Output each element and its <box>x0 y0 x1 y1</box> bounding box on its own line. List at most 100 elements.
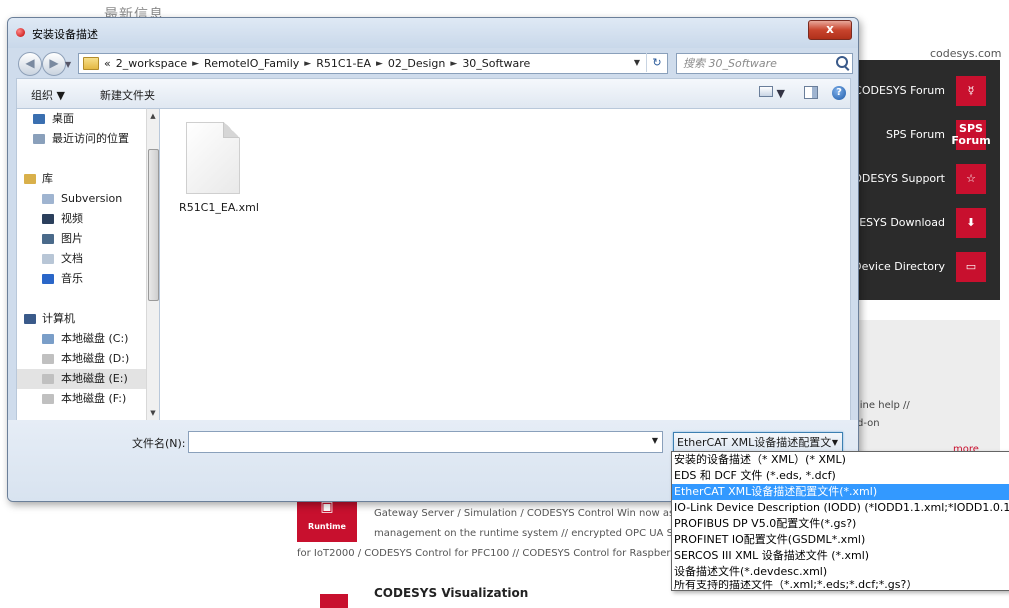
filetype-selected: EtherCAT XML设备描述配置文 <box>677 436 832 449</box>
filetype-dropdown-list[interactable]: 安装的设备描述（* XML）(* XML) EDS 和 DCF 文件 (*.ed… <box>671 451 1009 591</box>
nav-item-computer[interactable]: 计算机 <box>17 309 147 329</box>
forward-button[interactable]: ▶ <box>42 52 66 76</box>
visualization-title: CODESYS Visualization <box>374 586 529 600</box>
nav-item-libraries[interactable]: 库 <box>17 169 147 189</box>
chevron-right-icon[interactable]: ► <box>376 59 383 69</box>
search-input[interactable] <box>681 55 830 72</box>
address-row: ◀ ▶ ▼ « 2_workspace ► RemoteIO_Family ► … <box>8 48 858 76</box>
file-name: R51C1_EA.xml <box>179 201 259 214</box>
codesys-support-link[interactable]: CODESYS Support ☆ <box>845 158 1000 202</box>
history-dropdown-icon[interactable]: ▼ <box>65 60 71 69</box>
runtime-label: Runtime <box>308 522 346 531</box>
breadcrumb-item[interactable]: 30_Software <box>462 57 530 70</box>
chevron-down-icon[interactable]: ▼ <box>652 436 658 445</box>
toolbar: 组织 ▼ 新建文件夹 ▼ ? <box>16 78 851 109</box>
search-icon[interactable] <box>836 56 848 68</box>
nav-item-label: 视频 <box>61 212 83 225</box>
download-icon: ⬇ <box>956 208 986 238</box>
nav-item-videos[interactable]: 视频 <box>17 209 147 229</box>
news-text: d-on <box>857 418 880 429</box>
news-text: line help // <box>857 400 910 411</box>
preview-pane-icon <box>804 86 818 99</box>
address-bar[interactable]: « 2_workspace ► RemoteIO_Family ► R51C1-… <box>78 53 668 74</box>
filetype-select[interactable]: EtherCAT XML设备描述配置文 ▼ <box>673 432 843 453</box>
preview-pane-button[interactable] <box>804 86 818 102</box>
sps-forum-icon: SPS Forum <box>951 120 991 150</box>
scroll-thumb[interactable] <box>148 149 159 301</box>
close-button[interactable]: x <box>808 20 852 40</box>
link-label: CODESYS Forum <box>854 84 945 97</box>
nav-item-drive-e[interactable]: 本地磁盘 (E:) <box>17 369 147 389</box>
nav-item-desktop[interactable]: 桌面 <box>17 109 147 129</box>
documents-icon <box>42 254 54 264</box>
title-bar[interactable]: 安装设备描述 x <box>8 18 858 48</box>
support-icon: ☆ <box>956 164 986 194</box>
breadcrumb-item[interactable]: R51C1-EA <box>316 57 371 70</box>
sps-forum-link[interactable]: SPS Forum SPS Forum <box>845 114 1000 158</box>
computer-icon <box>24 314 36 324</box>
nav-item-subversion[interactable]: Subversion <box>17 189 147 209</box>
nav-item-label: 库 <box>42 172 53 185</box>
codesys-forum-link[interactable]: CODESYS Forum ☿ <box>845 70 1000 114</box>
chevron-right-icon[interactable]: ► <box>450 59 457 69</box>
navigation-pane[interactable]: 桌面 最近访问的位置 库 Subversion 视频 图片 文档 音乐 计算机 … <box>16 108 155 421</box>
nav-item-label: 最近访问的位置 <box>52 132 129 145</box>
back-button[interactable]: ◀ <box>18 52 42 76</box>
device-directory-icon: ▭ <box>956 252 986 282</box>
device-directory-link[interactable]: S Device Directory ▭ <box>843 246 1000 290</box>
view-options-button[interactable]: ▼ <box>759 86 785 100</box>
scroll-up-icon[interactable]: ▲ <box>147 109 159 123</box>
codesys-download-link[interactable]: DESYS Download ⬇ <box>845 202 1000 246</box>
address-dropdown-icon[interactable]: ▼ <box>628 53 646 72</box>
nav-item-label: 文档 <box>61 252 83 265</box>
breadcrumb-item[interactable]: RemoteIO_Family <box>204 57 299 70</box>
nav-item-music[interactable]: 音乐 <box>17 269 147 289</box>
scroll-down-icon[interactable]: ▼ <box>147 406 159 420</box>
filetype-option-selected[interactable]: EtherCAT XML设备描述配置文件(*.xml) <box>672 484 1009 500</box>
runtime-text: for IoT2000 / CODESYS Control for PFC100… <box>297 548 675 559</box>
refresh-icon[interactable]: ↻ <box>646 53 667 72</box>
nav-item-drive-c[interactable]: 本地磁盘 (C:) <box>17 329 147 349</box>
chevron-right-icon[interactable]: ► <box>192 59 199 69</box>
link-label: CODESYS Support <box>845 172 945 185</box>
nav-item-documents[interactable]: 文档 <box>17 249 147 269</box>
nav-item-drive-d[interactable]: 本地磁盘 (D:) <box>17 349 147 369</box>
help-button[interactable]: ? <box>832 85 846 100</box>
runtime-text: management on the runtime system // encr… <box>374 528 684 539</box>
file-item[interactable]: R51C1_EA.xml <box>174 118 264 218</box>
breadcrumb-item[interactable]: 02_Design <box>388 57 445 70</box>
file-corner <box>223 122 239 138</box>
breadcrumb-overflow[interactable]: « <box>104 57 111 70</box>
nav-item-recent[interactable]: 最近访问的位置 <box>17 129 147 149</box>
filetype-option[interactable]: PROFINET IO配置文件(GSDML*.xml) <box>672 532 1009 548</box>
app-icon <box>16 28 25 37</box>
organize-button[interactable]: 组织 ▼ <box>31 87 65 103</box>
nav-item-pictures[interactable]: 图片 <box>17 229 147 249</box>
file-list[interactable]: R51C1_EA.xml <box>159 108 851 421</box>
breadcrumb-item[interactable]: 2_workspace <box>116 57 187 70</box>
filetype-option[interactable]: EDS 和 DCF 文件 (*.eds, *.dcf) <box>672 468 1009 484</box>
filetype-option[interactable]: 所有支持的描述文件（*.xml;*.eds;*.dcf;*.gs?） <box>672 580 1009 590</box>
filename-field[interactable]: ▼ <box>188 431 663 453</box>
filetype-option[interactable]: 安装的设备描述（* XML）(* XML) <box>672 452 1009 468</box>
filetype-option[interactable]: SERCOS III XML 设备描述文件 (*.xml) <box>672 548 1009 564</box>
filetype-option[interactable]: 设备描述文件(*.devdesc.xml) <box>672 564 1009 580</box>
search-box[interactable] <box>676 53 853 74</box>
filename-input[interactable] <box>189 432 647 450</box>
drive-c-icon <box>42 334 54 344</box>
chevron-down-icon[interactable]: ▼ <box>832 433 838 452</box>
filetype-option[interactable]: PROFIBUS DP V5.0配置文件(*.gs?) <box>672 516 1009 532</box>
libraries-icon <box>24 174 36 184</box>
link-label: SPS Forum <box>886 128 945 141</box>
desktop-icon <box>33 114 45 124</box>
new-folder-button[interactable]: 新建文件夹 <box>100 87 155 103</box>
filetype-option[interactable]: IO-Link Device Description (IODD) (*IODD… <box>672 500 1009 516</box>
recent-places-icon <box>33 134 45 144</box>
nav-item-drive-f[interactable]: 本地磁盘 (F:) <box>17 389 147 409</box>
site-link[interactable]: codesys.com <box>930 47 1002 60</box>
nav-scrollbar[interactable]: ▲ ▼ <box>146 108 160 421</box>
nav-item-label: 计算机 <box>42 312 75 325</box>
nav-item-label: 图片 <box>61 232 83 245</box>
link-label: DESYS Download <box>850 216 945 229</box>
chevron-right-icon[interactable]: ► <box>304 59 311 69</box>
